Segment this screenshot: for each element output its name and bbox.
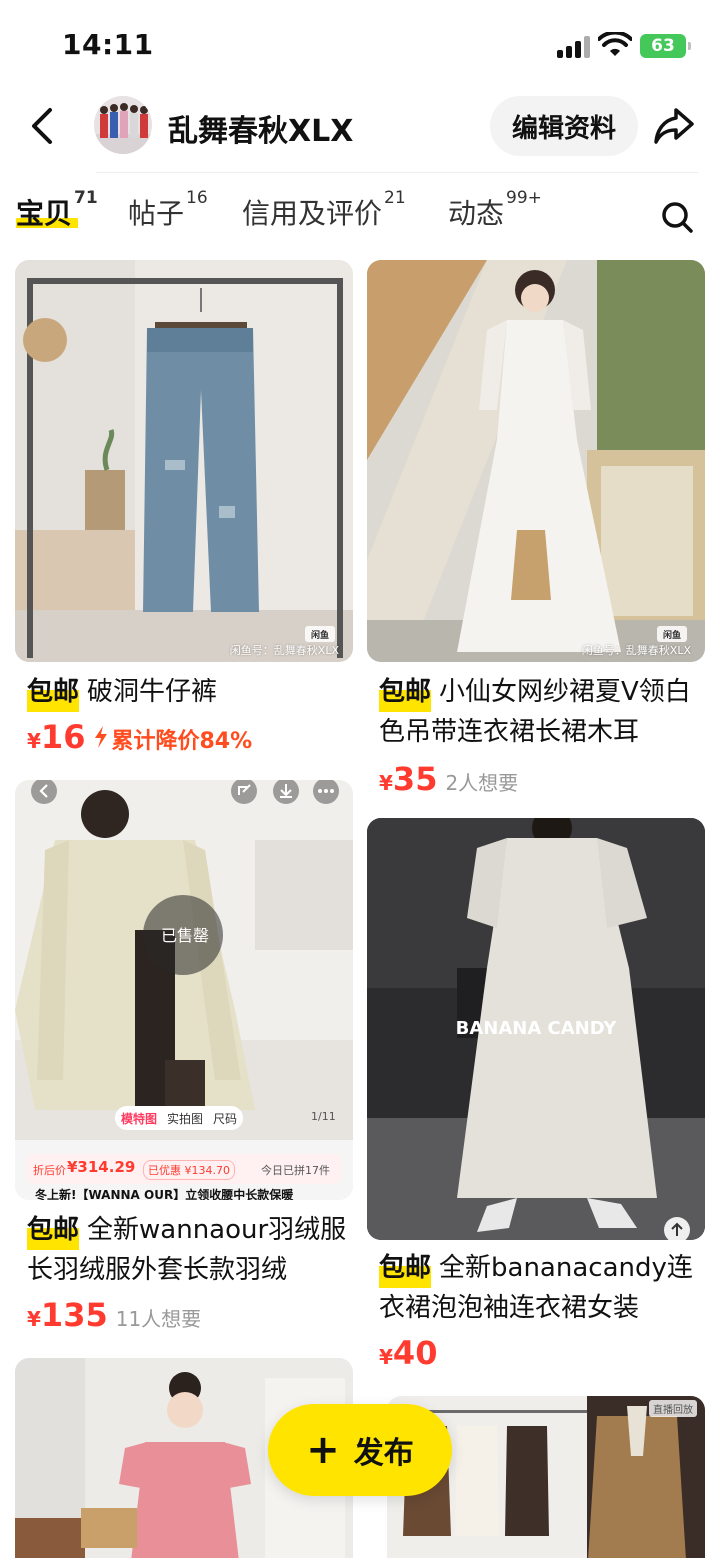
saved-amount: 已优惠 ¥134.70 — [143, 1160, 235, 1180]
real-photo-tab: 实拍图 — [167, 1111, 204, 1126]
avatar[interactable] — [94, 96, 152, 154]
more-icon — [313, 780, 339, 804]
free-shipping-badge: 包邮 — [379, 1248, 432, 1288]
product-title-text: 破洞牛仔裤 — [87, 677, 218, 707]
group-buy-count: 今日已拼17件 — [261, 1164, 330, 1177]
image-page-indicator: 1/11 — [311, 1110, 336, 1123]
product-card[interactable]: 闲鱼 闲鱼号：乱舞春秋XLX 包邮 小仙女网纱裙夏V领白色吊带连衣裙长裙木耳 ¥ … — [367, 260, 705, 800]
plus-icon: + — [306, 1427, 340, 1473]
product-price: 35 — [392, 760, 438, 798]
product-price: 135 — [40, 1296, 108, 1334]
wifi-icon — [598, 32, 632, 56]
product-title: 包邮 破洞牛仔裤 — [27, 672, 347, 712]
tab-count: 71 — [74, 188, 98, 208]
tab-count: 99+ — [506, 188, 542, 208]
image-watermark: 闲鱼号：乱舞春秋XLX — [581, 644, 691, 657]
want-count: 2人想要 — [445, 771, 519, 795]
price-row: ¥ 40 — [379, 1334, 445, 1372]
image-view-tabs: 模特图 实拍图 尺码 — [115, 1106, 244, 1130]
tab-credit-reviews[interactable]: 信用及评价 21 — [242, 188, 406, 232]
lightning-icon — [95, 726, 108, 748]
product-title: 包邮 小仙女网纱裙夏V领白色吊带连衣裙长裙木耳 — [379, 672, 699, 752]
product-price: 16 — [40, 718, 86, 756]
tab-label: 帖子 — [128, 197, 185, 230]
cellular-signal-icon — [557, 36, 591, 58]
image-back-icon — [31, 780, 57, 804]
profile-header: 乱舞春秋XLX 编辑资料 — [0, 88, 720, 170]
discount-bar: 折后价 ¥314.29 已优惠 ¥134.70 今日已拼17件 — [27, 1154, 341, 1184]
xianyu-logo-icon: 闲鱼 — [305, 626, 335, 642]
size-tab: 尺码 — [213, 1111, 238, 1126]
free-shipping-badge: 包邮 — [379, 672, 432, 712]
search-icon[interactable] — [660, 200, 694, 234]
tab-label: 信用及评价 — [242, 197, 383, 230]
tab-label: 动态 — [448, 197, 505, 230]
publish-label: 发布 — [353, 1436, 414, 1471]
product-title: 包邮 全新bananacandy连衣裙泡泡袖连衣裙女装 — [379, 1248, 699, 1328]
header-divider — [96, 172, 698, 173]
status-time: 14:11 — [62, 28, 154, 61]
want-count: 11人想要 — [115, 1307, 202, 1331]
share-icon[interactable] — [652, 106, 696, 146]
currency-symbol: ¥ — [379, 771, 393, 795]
edit-profile-button[interactable]: 编辑资料 — [490, 96, 638, 156]
product-card[interactable]: BANANA CANDY 包邮 全新bananacandy连衣裙泡泡袖连衣裙女装 … — [367, 818, 705, 1378]
back-icon[interactable] — [22, 104, 66, 148]
currency-symbol: ¥ — [27, 729, 41, 753]
currency-symbol: ¥ — [27, 1307, 41, 1331]
share-icon — [231, 780, 257, 804]
tab-items[interactable]: 宝贝 71 — [16, 188, 98, 232]
xianyu-logo-icon: 闲鱼 — [657, 626, 687, 642]
live-replay-tag: 直播回放 — [649, 1400, 697, 1417]
tab-posts[interactable]: 帖子 16 — [128, 188, 208, 232]
discount-label: 折后价 — [33, 1164, 66, 1177]
download-icon — [273, 780, 299, 804]
price-row: ¥ 16 累计降价84% — [27, 718, 252, 756]
profile-tabs: 宝贝 71 帖子 16 信用及评价 21 动态 99+ — [0, 186, 720, 246]
product-title: 包邮 全新wannaour羽绒服长羽绒服外套长款羽绒 — [27, 1210, 347, 1290]
tab-count: 21 — [384, 188, 406, 208]
product-card[interactable]: 已售罄 模特图 实拍图 尺码 1/11 折后价 ¥314.29 已优惠 ¥134… — [15, 780, 353, 1340]
item-description: 冬上新!【WANNA OUR】立领收腰中长款保暖 — [35, 1188, 294, 1200]
scroll-top-icon[interactable] — [663, 1216, 691, 1240]
model-photo-tab: 模特图 — [121, 1111, 158, 1126]
price-row: ¥ 35 2人想要 — [379, 760, 518, 798]
tab-label: 宝贝 — [16, 197, 73, 230]
product-image[interactable]: 闲鱼 闲鱼号：乱舞春秋XLX — [15, 260, 353, 662]
product-card[interactable]: 闲鱼 闲鱼号：乱舞春秋XLX 包邮 破洞牛仔裤 ¥ 16 累计降价84% — [15, 260, 353, 760]
status-bar: 14:11 63 — [0, 0, 720, 88]
product-image[interactable]: 已售罄 模特图 实拍图 尺码 1/11 折后价 ¥314.29 已优惠 ¥134… — [15, 780, 353, 1200]
publish-button[interactable]: + 发布 — [268, 1404, 452, 1496]
image-watermark: 闲鱼号：乱舞春秋XLX — [229, 644, 339, 657]
currency-symbol: ¥ — [379, 1345, 393, 1369]
discount-price: ¥314.29 — [67, 1158, 136, 1176]
tab-count: 16 — [186, 188, 208, 208]
product-image[interactable]: 闲鱼 闲鱼号：乱舞春秋XLX — [367, 260, 705, 662]
product-image[interactable]: BANANA CANDY — [367, 818, 705, 1240]
brand-overlay-text: BANANA CANDY — [455, 1018, 617, 1039]
free-shipping-badge: 包邮 — [27, 672, 80, 712]
tab-activity[interactable]: 动态 99+ — [448, 188, 542, 232]
shop-name: 乱舞春秋XLX — [168, 114, 354, 149]
sold-out-label: 已售罄 — [160, 926, 209, 945]
free-shipping-badge: 包邮 — [27, 1210, 80, 1250]
battery-level: 63 — [651, 36, 675, 56]
product-price: 40 — [392, 1334, 438, 1372]
price-drop-label: 累计降价84% — [111, 729, 253, 754]
price-row: ¥ 135 11人想要 — [27, 1296, 201, 1334]
battery-icon: 63 — [640, 34, 691, 58]
